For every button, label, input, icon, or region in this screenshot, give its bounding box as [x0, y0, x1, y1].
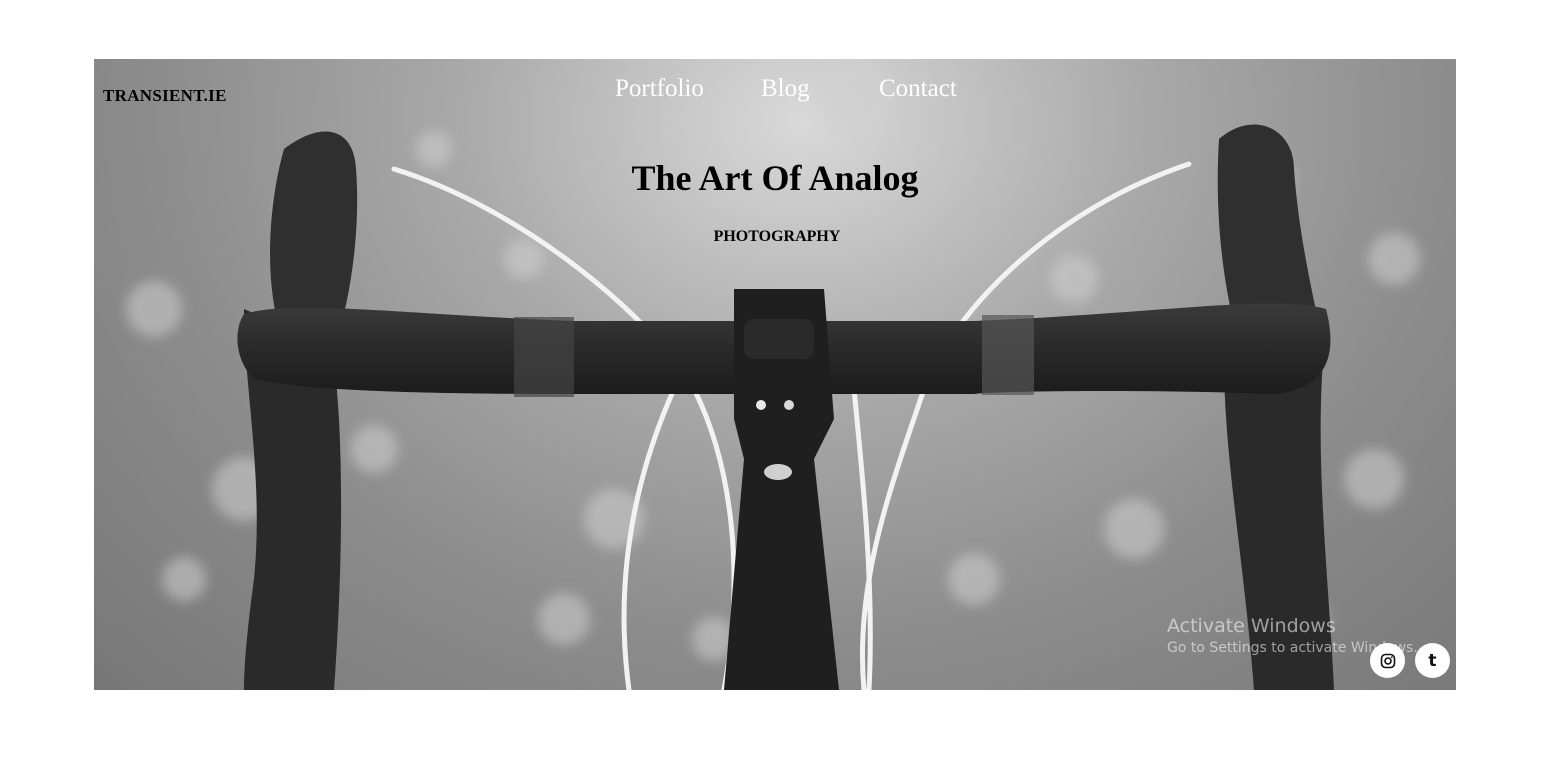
instagram-icon — [1380, 653, 1395, 668]
hero-photo — [126, 59, 1420, 690]
nav-link-contact[interactable]: Contact — [879, 75, 957, 103]
nav-link-blog[interactable]: Blog — [761, 75, 810, 103]
nav-link-portfolio[interactable]: Portfolio — [615, 75, 704, 103]
hero-banner: TRANSIENT.IE Portfolio Blog Contact The … — [94, 59, 1456, 690]
hero-subtitle: PHOTOGRAPHY — [713, 228, 841, 245]
hero-title: The Art Of Analog — [631, 158, 919, 198]
tumblr-button[interactable]: t — [1415, 643, 1450, 678]
watermark-title: Activate Windows — [1167, 615, 1336, 637]
instagram-button[interactable] — [1370, 643, 1405, 678]
tumblr-icon: t — [1428, 650, 1437, 671]
site-logo[interactable]: TRANSIENT.IE — [103, 86, 227, 106]
